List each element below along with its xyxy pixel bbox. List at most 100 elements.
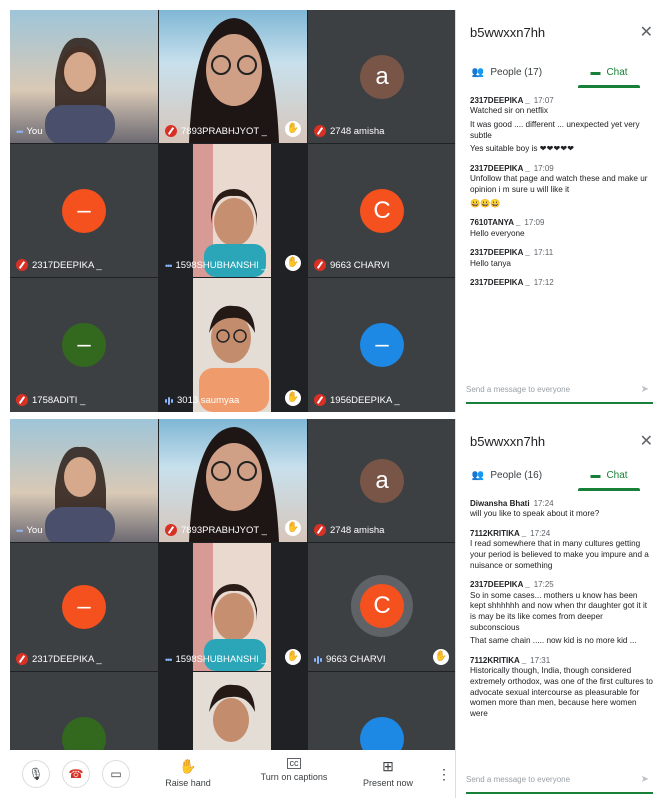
tile-name: 2317DEEPIKA _	[16, 259, 102, 271]
video-tile-prabhjyot[interactable]: 7893PRABHJYOT _ ✋	[159, 419, 307, 542]
meeting-code: b5wwxxn7hh	[470, 25, 546, 40]
participant-video	[193, 278, 271, 412]
avatar: –	[62, 585, 106, 629]
mic-button[interactable]: 🎙	[22, 760, 50, 788]
tile-name: ••• You	[16, 525, 43, 536]
mic-off-icon	[16, 259, 28, 271]
tile-name: 2748 amisha	[314, 125, 384, 137]
avatar: C	[360, 189, 404, 233]
captions-button[interactable]: cc Turn on captions	[254, 758, 334, 782]
participant-video	[45, 446, 115, 542]
tile-name: 7893PRABHJYOT _	[165, 125, 267, 137]
video-tile-charvi[interactable]: C 9663 CHARVI	[308, 144, 455, 277]
present-icon: ⊞	[382, 758, 394, 774]
captions-icon: cc	[287, 758, 301, 769]
mic-off-icon	[314, 125, 326, 137]
audio-level-icon	[314, 655, 322, 664]
camera-icon: ▭	[110, 767, 122, 781]
pin-icon[interactable]: ✋	[285, 121, 301, 137]
close-icon[interactable]: ✕	[640, 431, 653, 451]
avatar: a	[360, 459, 404, 503]
chat-message: 7112KRITIKA _ 17:31 Historically though, …	[470, 656, 653, 719]
participant-video	[45, 37, 115, 143]
pin-icon[interactable]: ✋	[285, 255, 301, 271]
chat-messages: Diwansha Bhati 17:24 will you like to spe…	[470, 499, 653, 759]
pin-icon[interactable]: ✋	[285, 649, 301, 665]
tile-name: ••• 1598SHUBHANSHI _	[165, 260, 267, 271]
avatar	[62, 717, 106, 752]
mic-icon: 🎙	[28, 767, 44, 781]
send-icon[interactable]: ➤	[641, 384, 649, 395]
participant-video	[193, 543, 271, 671]
side-panel: b5wwxxn7hh ✕ 👥 People (17) ▬ Chat 2317DEEP…	[455, 10, 659, 412]
tile-name: 7893PRABHJYOT _	[165, 524, 267, 536]
video-tile-amisha[interactable]: a 2748 amisha	[308, 10, 455, 143]
tile-name: ••• You	[16, 126, 43, 137]
chat-input[interactable]: Send a message to everyone ➤	[466, 766, 653, 794]
video-tile-amisha[interactable]: a 2748 amisha	[308, 419, 455, 542]
video-tile-deepika[interactable]: – 2317DEEPIKA _	[10, 543, 158, 671]
chat-message: Diwansha Bhati 17:24 will you like to spe…	[470, 499, 600, 519]
video-tile-prabhjyot[interactable]: 7893PRABHJYOT _ ✋	[159, 10, 307, 143]
mic-off-icon	[165, 125, 177, 137]
mic-off-icon	[314, 259, 326, 271]
leave-call-button[interactable]: ☎	[62, 760, 90, 788]
speaking-icon: •••	[165, 654, 173, 665]
send-icon[interactable]: ➤	[641, 774, 649, 785]
raise-hand-button[interactable]: ✋ Raise hand	[160, 758, 216, 788]
speaking-icon: •••	[165, 260, 173, 271]
video-tile-charvi[interactable]: C 9663 CHARVI ✋	[308, 543, 455, 671]
video-tile-aditi[interactable]: – 1758ADITI _	[10, 278, 158, 412]
participant-video	[193, 672, 271, 752]
tab-chat[interactable]: ▬ Chat	[558, 58, 659, 88]
tile-name: 1956DEEPIKA _	[314, 394, 400, 406]
tile-name: 1758ADITI _	[16, 394, 85, 406]
close-icon[interactable]: ✕	[640, 22, 653, 42]
pin-icon[interactable]: ✋	[285, 390, 301, 406]
chat-message: 2317DEEPIKA _ 17:25 So in some cases... m…	[470, 580, 648, 646]
chat-message: 2317DEEPIKA _ 17:11 Hello tanya	[470, 248, 554, 268]
mic-off-icon	[165, 524, 177, 536]
present-button[interactable]: ⊞ Present now	[355, 758, 421, 788]
audio-level-icon	[165, 396, 173, 405]
hang-up-icon: ☎	[68, 767, 84, 781]
mic-off-icon	[16, 394, 28, 406]
chat-messages: 2317DEEPIKA _ 17:07 Watched sir on netfli…	[470, 96, 653, 298]
chat-input[interactable]: Send a message to everyone ➤	[466, 376, 653, 404]
chat-message: 2317DEEPIKA _ 17:09 Unfollow that page an…	[470, 164, 648, 208]
video-tile-you[interactable]: ••• You	[10, 419, 158, 542]
meet-screen-bottom: ••• You 7893PRABHJYOT _ ✋ a 2748 amisha –…	[10, 419, 659, 798]
mic-off-icon	[314, 524, 326, 536]
tab-people[interactable]: 👥 People (17)	[456, 58, 558, 86]
video-tile-you[interactable]: ••• You	[10, 10, 158, 143]
video-tile-partial-3[interactable]	[308, 672, 455, 752]
chat-message: 2317DEEPIKA _ 17:07 Watched sir on netfli…	[470, 96, 640, 154]
participant-video	[189, 18, 279, 143]
side-panel: b5wwxxn7hh ✕ 👥 People (16) ▬ Chat Diwansha…	[455, 419, 659, 798]
pin-icon[interactable]: ✋	[433, 649, 449, 665]
video-tile-partial-2[interactable]	[159, 672, 307, 752]
video-tile-deepika2[interactable]: – 1956DEEPIKA _	[308, 278, 455, 412]
panel-tabs: 👥 People (16) ▬ Chat	[456, 461, 659, 491]
video-grid: ••• You 7893PRABHJYOT _ ✋ a 2748 amisha –…	[10, 10, 455, 412]
video-tile-shubhanshi[interactable]: ••• 1598SHUBHANSHI _ ✋	[159, 144, 307, 277]
meet-screen-top: ••• You 7893PRABHJYOT _ ✋ a 2748 amisha –…	[10, 10, 659, 412]
tile-name: 9663 CHARVI	[314, 259, 390, 271]
video-tile-partial-1[interactable]	[10, 672, 158, 752]
avatar: a	[360, 55, 404, 99]
tile-name: 9663 CHARVI	[314, 654, 386, 665]
camera-button[interactable]: ▭	[102, 760, 130, 788]
video-tile-deepika[interactable]: – 2317DEEPIKA _	[10, 144, 158, 277]
video-tile-shubhanshi[interactable]: ••• 1598SHUBHANSHI _ ✋	[159, 543, 307, 671]
pin-icon[interactable]: ✋	[285, 520, 301, 536]
video-tile-saumyaa[interactable]: 3013 saumyaa ✋	[159, 278, 307, 412]
tab-chat[interactable]: ▬ Chat	[558, 461, 659, 491]
chat-icon: ▬	[590, 469, 601, 481]
tile-name: 3013 saumyaa	[165, 395, 239, 406]
avatar	[360, 717, 404, 752]
video-grid: ••• You 7893PRABHJYOT _ ✋ a 2748 amisha –…	[10, 419, 455, 798]
tile-name: 2317DEEPIKA _	[16, 653, 102, 665]
chat-message: 7610TANYA _ 17:09 Hello everyone	[470, 218, 545, 238]
tab-people[interactable]: 👥 People (16)	[456, 461, 558, 489]
more-options-icon[interactable]: ⋮	[437, 766, 451, 783]
